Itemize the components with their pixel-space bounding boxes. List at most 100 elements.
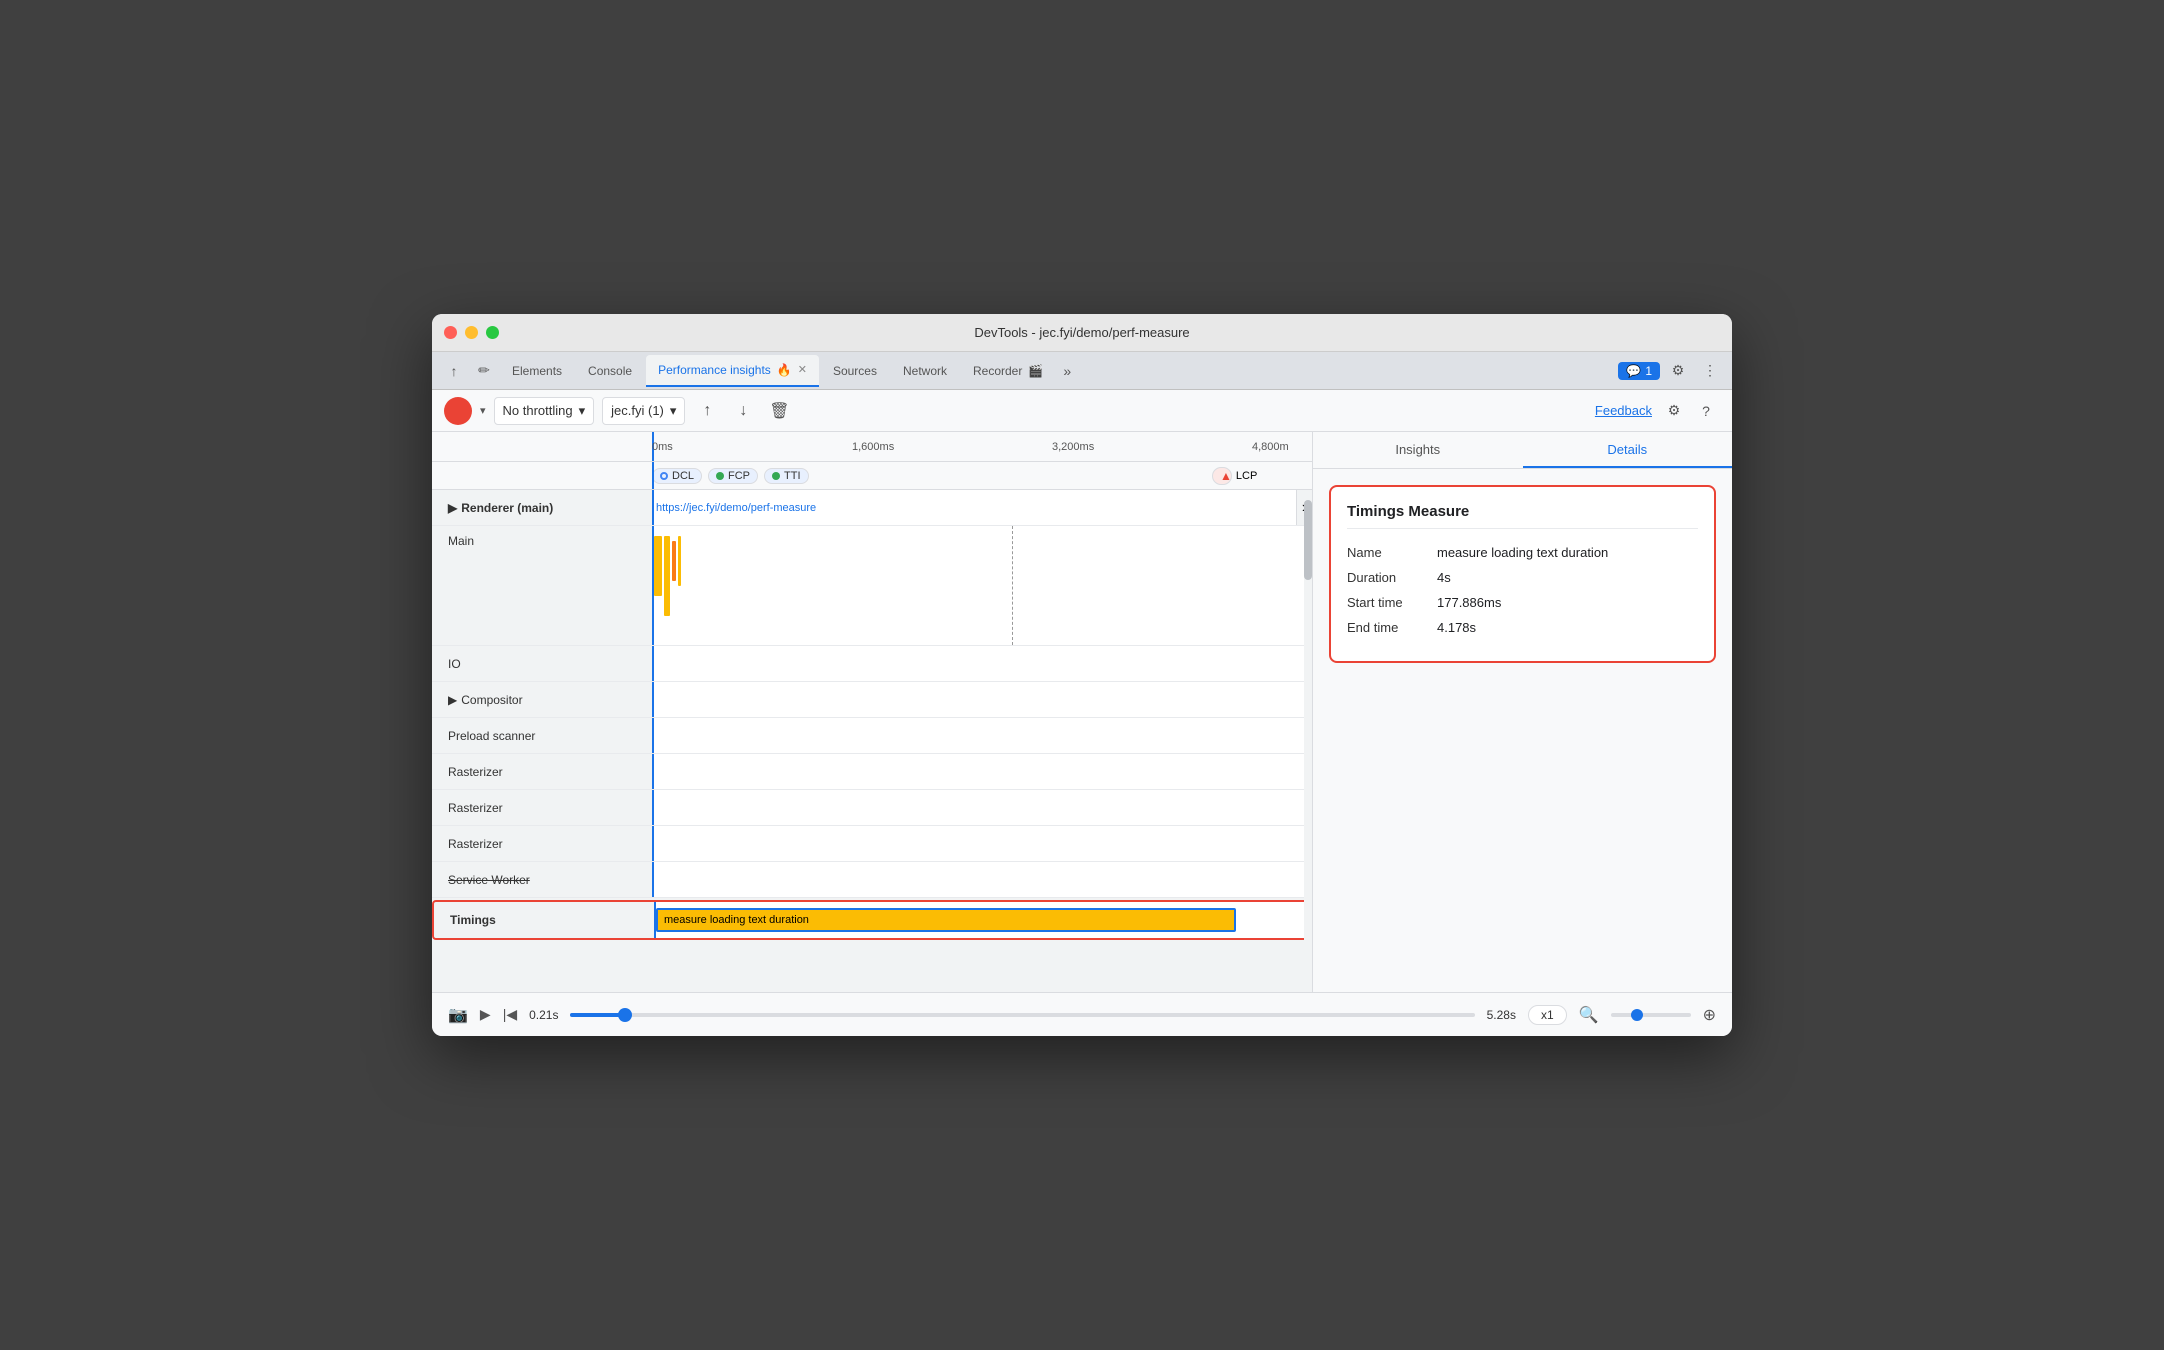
- throttle-dropdown-icon: ▾: [579, 403, 586, 419]
- window-title: DevTools - jec.fyi/demo/perf-measure: [974, 325, 1189, 340]
- more-options-icon[interactable]: ⋮: [1696, 357, 1724, 385]
- playhead-slider[interactable]: [570, 1013, 1474, 1017]
- feedback-button[interactable]: Feedback: [1595, 403, 1652, 418]
- delete-icon[interactable]: 🗑: [765, 397, 793, 425]
- tti-marker[interactable]: TTI: [764, 468, 809, 484]
- scrollbar-track[interactable]: [1304, 490, 1312, 992]
- minimize-button[interactable]: [465, 326, 478, 339]
- chat-button[interactable]: 💬 1: [1618, 362, 1660, 380]
- playhead-fill: [570, 1013, 624, 1017]
- rasterizer-2-content: [652, 790, 1312, 825]
- end-label: End time: [1347, 620, 1437, 635]
- scrollbar-thumb[interactable]: [1304, 500, 1312, 580]
- main-bar-3: [672, 541, 676, 581]
- duration-value: 4s: [1437, 570, 1451, 585]
- help-icon[interactable]: ?: [1692, 397, 1720, 425]
- tab-network[interactable]: Network: [891, 355, 959, 387]
- dashed-line: [1012, 526, 1013, 645]
- zoom-out-button[interactable]: 🔍: [1579, 1005, 1599, 1025]
- tab-sources[interactable]: Sources: [821, 355, 889, 387]
- main-content-track: [652, 526, 1312, 645]
- track-rasterizer-1: Rasterizer: [432, 754, 1312, 790]
- tti-dot: [772, 472, 780, 480]
- lcp-icon: ▲: [1220, 469, 1232, 483]
- tab-performance-insights[interactable]: Performance insights 🔥 ✕: [646, 355, 819, 387]
- tab-console[interactable]: Console: [576, 355, 644, 387]
- start-value: 177.886ms: [1437, 595, 1501, 610]
- markers-bar: DCL FCP TTI ▲ LCP: [432, 462, 1312, 490]
- renderer-content: https://jec.fyi/demo/perf-measure: [652, 490, 1296, 525]
- time-4800: 4,800m: [1252, 441, 1289, 453]
- time-start-display: 0.21s: [529, 1008, 558, 1022]
- zoom-thumb[interactable]: [1631, 1009, 1643, 1021]
- track-timings[interactable]: Timings measure loading text duration: [432, 900, 1312, 940]
- renderer-label: ▶ Renderer (main): [432, 501, 652, 515]
- skip-to-start-button[interactable]: |◀: [503, 1006, 517, 1023]
- zoom-slider[interactable]: [1611, 1013, 1691, 1017]
- duration-label: Duration: [1347, 570, 1437, 585]
- maximize-button[interactable]: [486, 326, 499, 339]
- fcp-marker[interactable]: FCP: [708, 468, 758, 484]
- service-worker-label: Service Worker: [432, 873, 652, 887]
- tab-elements[interactable]: Elements: [500, 355, 574, 387]
- track-io: IO: [432, 646, 1312, 682]
- details-row-duration: Duration 4s: [1347, 570, 1698, 585]
- zoom-level-display: x1: [1528, 1005, 1567, 1025]
- name-value: measure loading text duration: [1437, 545, 1608, 560]
- main-bar-2: [664, 536, 670, 616]
- rasterizer-1-content: [652, 754, 1312, 789]
- io-content: [652, 646, 1312, 681]
- rasterizer-3-content: [652, 826, 1312, 861]
- main-label: Main: [432, 526, 652, 548]
- device-toolbar-icon[interactable]: ✏: [470, 357, 498, 385]
- track-preload: Preload scanner: [432, 718, 1312, 754]
- track-service-worker: Service Worker: [432, 862, 1312, 898]
- recording-select[interactable]: jec.fyi (1) ▾: [602, 397, 685, 425]
- recording-dropdown-icon: ▾: [670, 403, 677, 419]
- import-icon[interactable]: ↓: [729, 397, 757, 425]
- bottom-bar: 📷 ▶ |◀ 0.21s 5.28s x1 🔍 ⊕: [432, 992, 1732, 1036]
- playhead-line: [652, 462, 654, 489]
- timing-bar[interactable]: measure loading text duration: [656, 908, 1236, 932]
- screenshot-icon[interactable]: 📷: [448, 1005, 468, 1025]
- record-button[interactable]: [444, 397, 472, 425]
- dcl-marker[interactable]: DCL: [652, 468, 702, 484]
- tabbar: ↑ ✏ Elements Console Performance insight…: [432, 352, 1732, 390]
- tab-insights[interactable]: Insights: [1313, 432, 1523, 468]
- expand-icon[interactable]: ▶: [448, 501, 457, 515]
- throttle-select[interactable]: No throttling ▾: [494, 397, 595, 425]
- lcp-marker[interactable]: ▲ LCP: [1212, 467, 1232, 485]
- export-icon[interactable]: ↑: [693, 397, 721, 425]
- tab-recorder[interactable]: Recorder 🎬: [961, 355, 1055, 387]
- tab-details[interactable]: Details: [1523, 432, 1733, 468]
- io-label: IO: [432, 657, 652, 671]
- timeline-panel: 0ms 1,600ms 3,200ms 4,800m DCL FCP TT: [432, 432, 1312, 992]
- settings-icon[interactable]: ⚙: [1660, 397, 1688, 425]
- cursor-icon[interactable]: ↑: [440, 357, 468, 385]
- more-tabs-button[interactable]: »: [1057, 363, 1077, 379]
- compositor-expand-icon[interactable]: ▶: [448, 693, 457, 707]
- vertical-line-r2: [652, 790, 654, 825]
- zoom-in-button[interactable]: ⊕: [1703, 1005, 1716, 1025]
- end-value: 4.178s: [1437, 620, 1476, 635]
- track-renderer: ▶ Renderer (main) https://jec.fyi/demo/p…: [432, 490, 1312, 526]
- close-tab-icon[interactable]: ✕: [798, 363, 807, 376]
- titlebar: DevTools - jec.fyi/demo/perf-measure: [432, 314, 1732, 352]
- settings-gear-icon[interactable]: ⚙: [1664, 357, 1692, 385]
- details-title: Timings Measure: [1347, 503, 1698, 529]
- record-dropdown-icon[interactable]: ▾: [480, 404, 486, 417]
- main-bar-1: [654, 536, 662, 596]
- track-rasterizer-3: Rasterizer: [432, 826, 1312, 862]
- time-3200: 3,200ms: [1052, 441, 1094, 453]
- vertical-line-r3: [652, 826, 654, 861]
- vertical-line-preload: [652, 718, 654, 753]
- close-button[interactable]: [444, 326, 457, 339]
- start-label: Start time: [1347, 595, 1437, 610]
- toolbar: ▾ No throttling ▾ jec.fyi (1) ▾ ↑ ↓ 🗑 Fe…: [432, 390, 1732, 432]
- track-rasterizer-2: Rasterizer: [432, 790, 1312, 826]
- time-ruler: 0ms 1,600ms 3,200ms 4,800m: [432, 432, 1312, 462]
- playhead-thumb[interactable]: [618, 1008, 632, 1022]
- play-button[interactable]: ▶: [480, 1006, 491, 1023]
- vertical-line-sw: [652, 862, 654, 897]
- main-bar-4: [678, 536, 681, 586]
